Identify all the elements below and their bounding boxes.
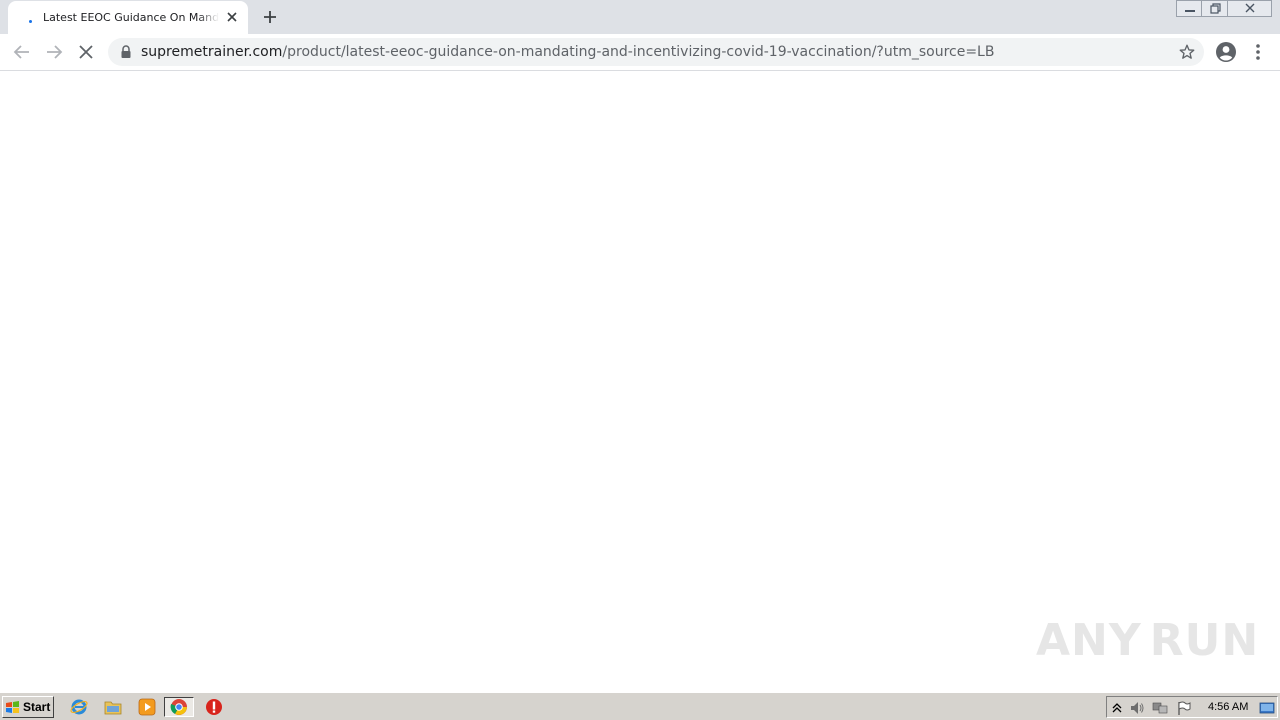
watermark-right-text: RUN <box>1149 614 1260 666</box>
loading-favicon-icon <box>22 10 38 26</box>
taskbar: Start 4:56 AM <box>0 692 1280 720</box>
window-controls <box>1176 0 1272 18</box>
account-circle-icon[interactable] <box>1214 40 1238 64</box>
alert-red-icon <box>206 699 222 715</box>
url-text[interactable]: supremetrainer.com/product/latest-eeoc-g… <box>141 38 994 66</box>
back-button[interactable] <box>10 40 34 64</box>
more-vert-icon[interactable] <box>1248 40 1268 64</box>
show-hidden-icons-icon[interactable] <box>1109 700 1125 716</box>
tab-title: Latest EEOC Guidance On Mandating and In… <box>43 11 219 24</box>
browser-tab[interactable]: Latest EEOC Guidance On Mandating and In… <box>8 1 248 34</box>
action-center-flag-icon[interactable] <box>1176 700 1192 716</box>
new-tab-button[interactable] <box>258 5 282 29</box>
stop-loading-button[interactable] <box>74 40 98 64</box>
page-content: ANY RUN <box>0 72 1280 692</box>
url-path: /product/latest-eeoc-guidance-on-mandati… <box>282 44 995 60</box>
clock[interactable]: 4:56 AM <box>1208 697 1248 717</box>
tab-strip: Latest EEOC Guidance On Mandating and In… <box>0 0 1280 34</box>
network-icon[interactable] <box>1152 700 1168 716</box>
url-host: supremetrainer.com <box>141 44 283 60</box>
browser-toolbar: supremetrainer.com/product/latest-eeoc-g… <box>0 34 1280 71</box>
volume-icon[interactable] <box>1129 700 1145 716</box>
restore-icon <box>1210 3 1221 14</box>
star-icon[interactable] <box>1178 43 1196 61</box>
media-player-glyph-icon <box>138 698 156 716</box>
explorer-folder-icon <box>104 701 122 715</box>
show-desktop-icon[interactable] <box>1259 700 1275 716</box>
close-window-button[interactable] <box>1228 0 1272 17</box>
chrome-icon[interactable] <box>164 697 194 717</box>
address-bar[interactable]: supremetrainer.com/product/latest-eeoc-g… <box>108 38 1204 66</box>
watermark-left-text: ANY <box>1036 614 1142 666</box>
minimize-button[interactable] <box>1176 0 1202 17</box>
start-button[interactable]: Start <box>2 696 54 718</box>
minimize-icon <box>1185 10 1195 12</box>
lock-icon[interactable] <box>120 45 132 59</box>
internet-explorer-icon[interactable] <box>68 697 90 717</box>
windows-flag-icon <box>6 701 19 713</box>
antivirus-icon[interactable] <box>203 697 225 717</box>
restore-button[interactable] <box>1202 0 1228 17</box>
forward-button[interactable] <box>42 40 66 64</box>
close-icon <box>1245 3 1255 13</box>
start-label: Start <box>23 700 51 714</box>
chrome-glyph-icon <box>170 699 187 715</box>
media-player-icon[interactable] <box>136 697 158 717</box>
close-tab-icon[interactable] <box>224 9 240 25</box>
folder-icon[interactable] <box>102 697 124 717</box>
ie-glyph-icon <box>70 699 88 715</box>
anyrun-watermark: ANY RUN <box>1036 608 1258 672</box>
system-tray: 4:56 AM <box>1106 696 1278 718</box>
